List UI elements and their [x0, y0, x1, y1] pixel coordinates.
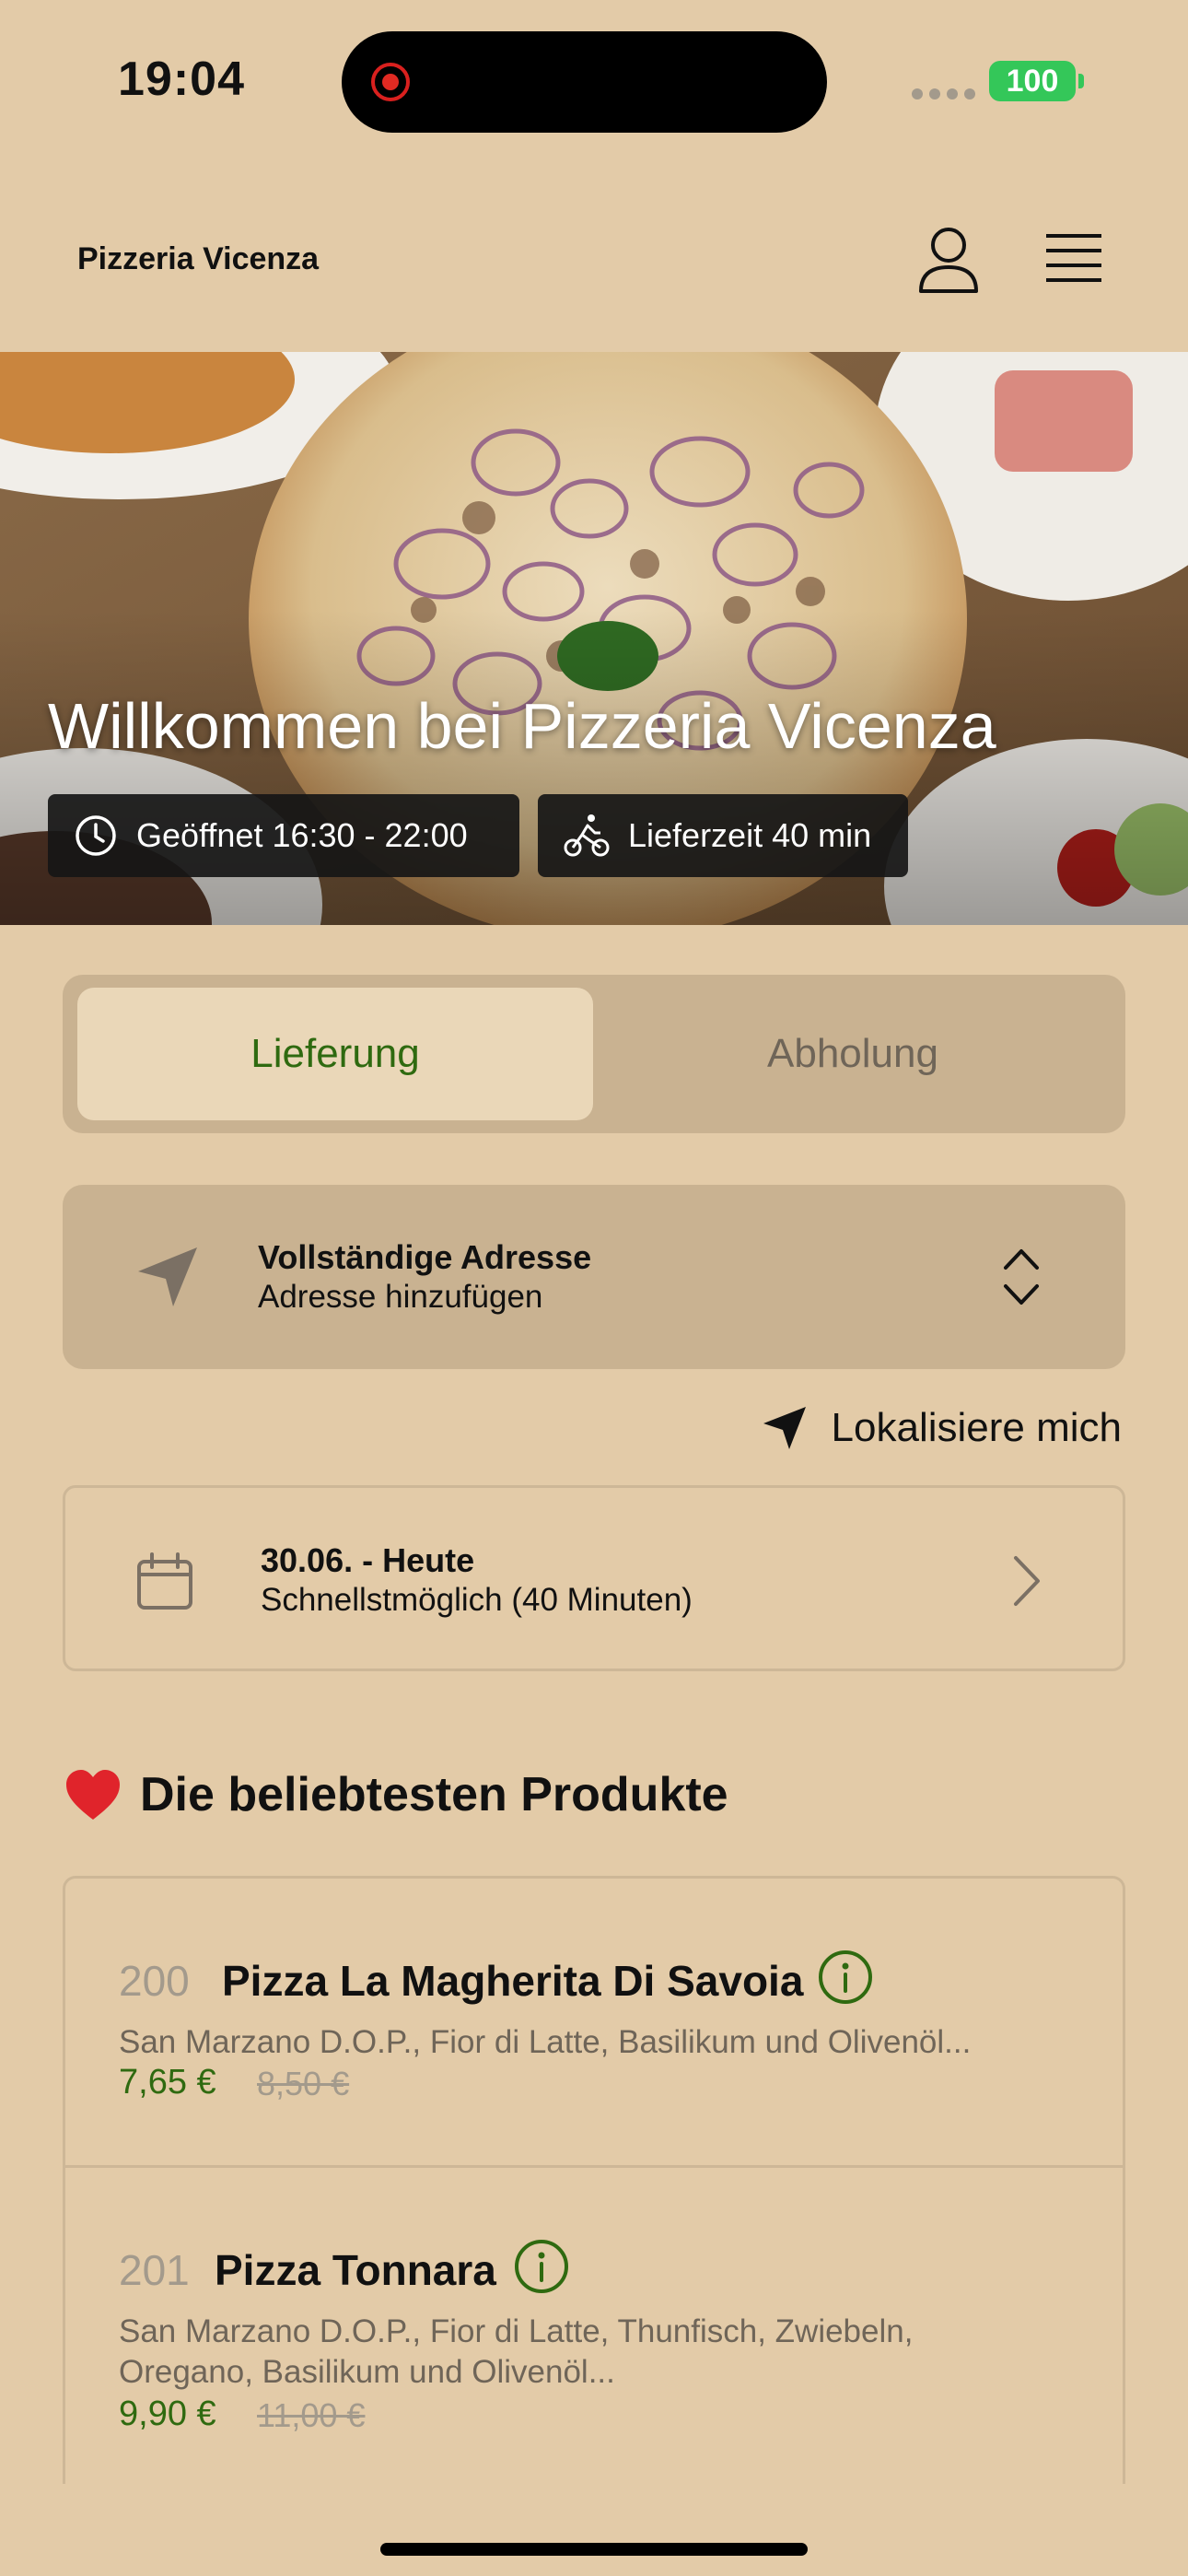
order-type-toggle: Lieferung Abholung [63, 975, 1125, 1133]
product-old-price: 11,00 € [257, 2396, 366, 2434]
info-icon[interactable] [513, 2238, 570, 2295]
brand-name[interactable]: Pizzeria Vicenza [77, 241, 319, 277]
date-subtitle: Schnellstmöglich (40 Minuten) [261, 1582, 693, 1618]
opening-hours-text: Geöffnet 16:30 - 22:00 [136, 816, 468, 854]
status-time: 19:04 [118, 53, 245, 106]
address-title: Vollständige Adresse [258, 1238, 592, 1276]
location-arrow-icon [763, 1407, 806, 1449]
hero-title: Willkommen bei Pizzeria Vicenza [48, 690, 996, 762]
product-price: 9,90 € [119, 2395, 216, 2433]
heart-icon [66, 1770, 120, 1820]
calendar-icon [137, 1552, 192, 1610]
menu-icon[interactable] [1044, 232, 1103, 284]
hero-banner: Willkommen bei Pizzeria Vicenza Geöffnet… [0, 352, 1188, 925]
product-description: San Marzano D.O.P., Fior di Latte, Basil… [119, 2024, 972, 2060]
popular-products-heading: Die beliebtesten Produkte [64, 1767, 728, 1822]
delivery-time-badge: Lieferzeit 40 min [538, 794, 908, 877]
product-item[interactable]: 200 Pizza La Magherita Di Savoia San Mar… [65, 1879, 1123, 2168]
product-name: Pizza Tonnara [215, 2246, 496, 2294]
popular-products-title: Die beliebtesten Produkte [140, 1768, 728, 1821]
product-number: 201 [119, 2246, 190, 2294]
product-price: 7,65 € [119, 2063, 216, 2102]
product-name: Pizza La Magherita Di Savoia [222, 1957, 804, 2005]
bike-icon [564, 814, 610, 857]
product-number: 200 [119, 1957, 190, 2005]
product-item[interactable]: 201 Pizza Tonnara San Marzano D.O.P., Fi… [65, 2168, 1123, 2484]
delivery-time-text: Lieferzeit 40 min [628, 816, 872, 854]
info-icon[interactable] [817, 1949, 874, 2006]
date-title: 30.06. - Heute [261, 1541, 475, 1579]
product-description: San Marzano D.O.P., Fior di Latte, Thunf… [119, 2313, 914, 2390]
navigation-arrow-icon [138, 1247, 197, 1306]
product-old-price: 8,50 € [257, 2065, 350, 2102]
signal-icon [912, 88, 975, 100]
dynamic-island [342, 31, 827, 133]
address-selector[interactable]: Vollständige Adresse Adresse hinzufügen [63, 1185, 1125, 1369]
address-subtitle: Adresse hinzufügen [258, 1279, 543, 1315]
product-list: 200 Pizza La Magherita Di Savoia San Mar… [63, 1876, 1125, 2484]
opening-hours-badge: Geöffnet 16:30 - 22:00 [48, 794, 519, 877]
chevron-right-icon [1014, 1556, 1040, 1606]
locate-me-button[interactable]: Lokalisiere mich [762, 1400, 1122, 1456]
user-icon[interactable] [917, 225, 980, 295]
tab-pickup[interactable]: Abholung [595, 988, 1111, 1120]
date-selector[interactable]: 30.06. - Heute Schnellstmöglich (40 Minu… [63, 1485, 1125, 1671]
status-bar: 19:04 100 [0, 0, 1188, 166]
battery-indicator: 100 [989, 61, 1084, 101]
recording-indicator-icon [371, 63, 410, 101]
app-header: Pizzeria Vicenza [0, 175, 1188, 350]
locate-me-label: Lokalisiere mich [831, 1405, 1122, 1450]
updown-chevron-icon [1004, 1249, 1039, 1305]
home-indicator[interactable] [380, 2543, 808, 2556]
clock-icon [76, 815, 116, 856]
tab-delivery[interactable]: Lieferung [77, 988, 593, 1120]
app-screen: 19:04 100 Pizzeria Vicenza Willkommen be… [0, 0, 1188, 2576]
